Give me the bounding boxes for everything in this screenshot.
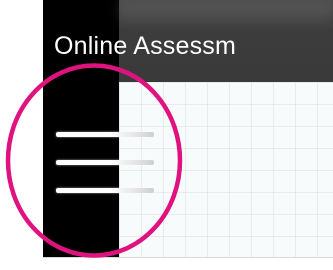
- menu-bar-bottom: [56, 188, 154, 193]
- screenshot-stage: Online Assessm: [0, 0, 333, 270]
- bottom-divider: [43, 257, 333, 258]
- app-title: Online Assessm: [54, 32, 237, 60]
- hamburger-menu-button[interactable]: [52, 128, 158, 198]
- menu-bar-top: [56, 132, 154, 137]
- header-shading: [119, 0, 333, 20]
- menu-bar-middle: [56, 160, 154, 165]
